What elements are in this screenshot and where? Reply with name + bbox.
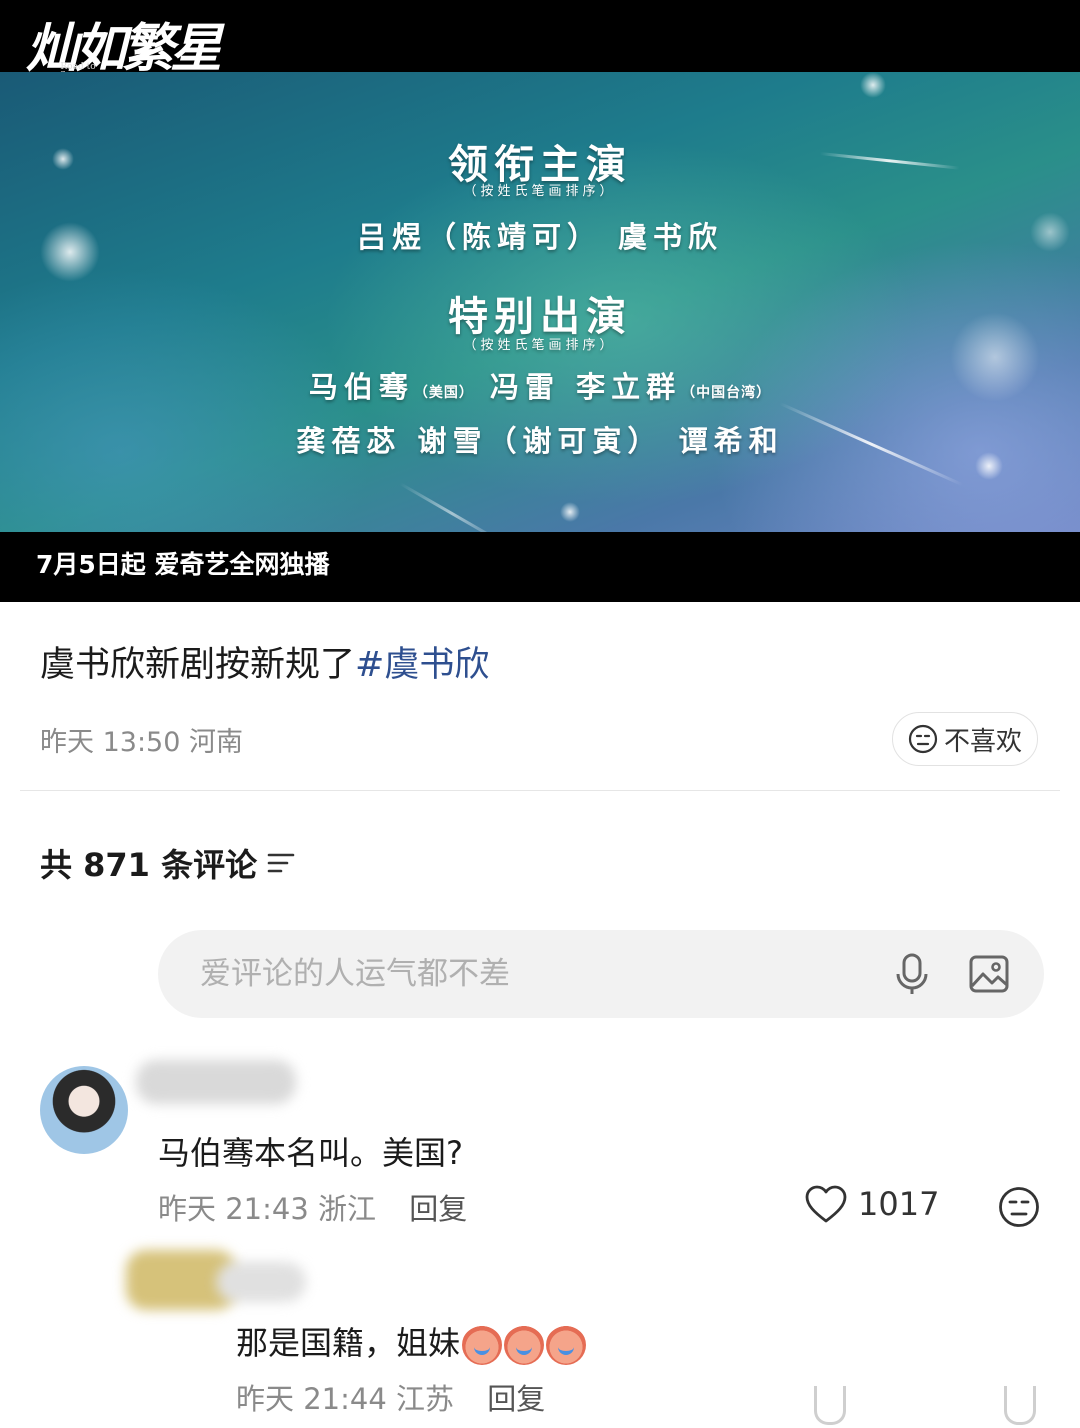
- comment-location: 浙江: [318, 1192, 377, 1226]
- comment-text: 那是国籍，姐妹: [236, 1318, 587, 1365]
- video-caption: 7月5日起 爱奇艺全网独播: [36, 550, 330, 579]
- credit-lead-names: 吕煜（陈靖可） 虞书欣: [356, 220, 724, 254]
- video-player[interactable]: 灿如繁星 Road to Success 领衔主演 （按姓氏笔画排序） 吕煜（陈…: [0, 0, 1080, 602]
- dislike-button[interactable]: 不喜欢: [892, 712, 1038, 766]
- sort-icon[interactable]: [267, 851, 295, 875]
- comment-count: 共 871 条评论: [40, 846, 258, 884]
- unhappy-face-icon: [908, 724, 938, 754]
- username-redacted[interactable]: [216, 1262, 306, 1302]
- credit-special-note: （按姓氏笔画排序）: [463, 338, 617, 353]
- drama-logo: 灿如繁星: [26, 18, 222, 79]
- comment-input-box[interactable]: [158, 930, 1044, 1018]
- comment-meta: 昨天 21:43 浙江 回复: [158, 1186, 467, 1228]
- credit-region-note: （中国台湾）: [681, 385, 772, 401]
- crying-face-emoji: [462, 1325, 503, 1365]
- crying-face-emoji: [504, 1325, 545, 1365]
- comment-text: 马伯骞本名叫。美国?: [158, 1134, 463, 1172]
- credit-lead-note: （按姓氏笔画排序）: [463, 184, 617, 199]
- credit-name: 马伯骞: [308, 370, 414, 404]
- post-body: 虞书欣新剧按新规了: [40, 645, 356, 685]
- scroll-indicator: [1004, 1386, 1036, 1425]
- image-icon[interactable]: [968, 954, 1010, 994]
- comment-time: 昨天 21:44: [236, 1382, 387, 1416]
- username-redacted[interactable]: [136, 1060, 296, 1104]
- post-meta: 昨天 13:50 河南: [40, 720, 243, 759]
- post-location: 河南: [189, 727, 243, 758]
- avatar[interactable]: [40, 1066, 128, 1154]
- scroll-indicator: [814, 1386, 846, 1425]
- credit-nationality-note: （美国）: [413, 385, 474, 401]
- reply-button[interactable]: 回复: [409, 1192, 467, 1226]
- credit-name: 冯雷 李立群: [490, 370, 682, 404]
- light-streak: [399, 482, 505, 532]
- reply-button[interactable]: 回复: [487, 1382, 545, 1416]
- dislike-label: 不喜欢: [943, 726, 1022, 757]
- hashtag-link[interactable]: #虞书欣: [355, 645, 489, 685]
- comments-header: 共 871 条评论: [40, 840, 295, 886]
- bokeh-light: [860, 72, 886, 98]
- crying-face-emoji: [546, 1325, 587, 1365]
- comment-meta: 昨天 21:44 江苏 回复: [236, 1376, 545, 1418]
- like-button[interactable]: 1017: [804, 1184, 939, 1224]
- post-time: 昨天 13:50: [40, 727, 181, 758]
- like-count: 1017: [858, 1185, 940, 1223]
- credit-special-line-2: 龚蓓苾 谢雪（谢可寅） 谭希和: [296, 424, 784, 458]
- microphone-icon[interactable]: [892, 952, 932, 996]
- video-frame: 领衔主演 （按姓氏笔画排序） 吕煜（陈靖可） 虞书欣 特别出演 （按姓氏笔画排序…: [0, 72, 1080, 532]
- unhappy-face-icon[interactable]: [998, 1186, 1040, 1228]
- section-divider: [20, 790, 1060, 791]
- bokeh-light: [560, 502, 580, 522]
- post-text: 虞书欣新剧按新规了#虞书欣: [40, 636, 489, 687]
- credit-special-line-1: 马伯骞（美国） 冯雷 李立群（中国台湾）: [0, 364, 1080, 406]
- comment-input[interactable]: [198, 955, 842, 993]
- heart-icon: [805, 1185, 847, 1223]
- comment-time: 昨天 21:43: [158, 1192, 309, 1226]
- reply-text: 那是国籍，姐妹: [236, 1324, 461, 1362]
- comment-location: 江苏: [396, 1382, 455, 1416]
